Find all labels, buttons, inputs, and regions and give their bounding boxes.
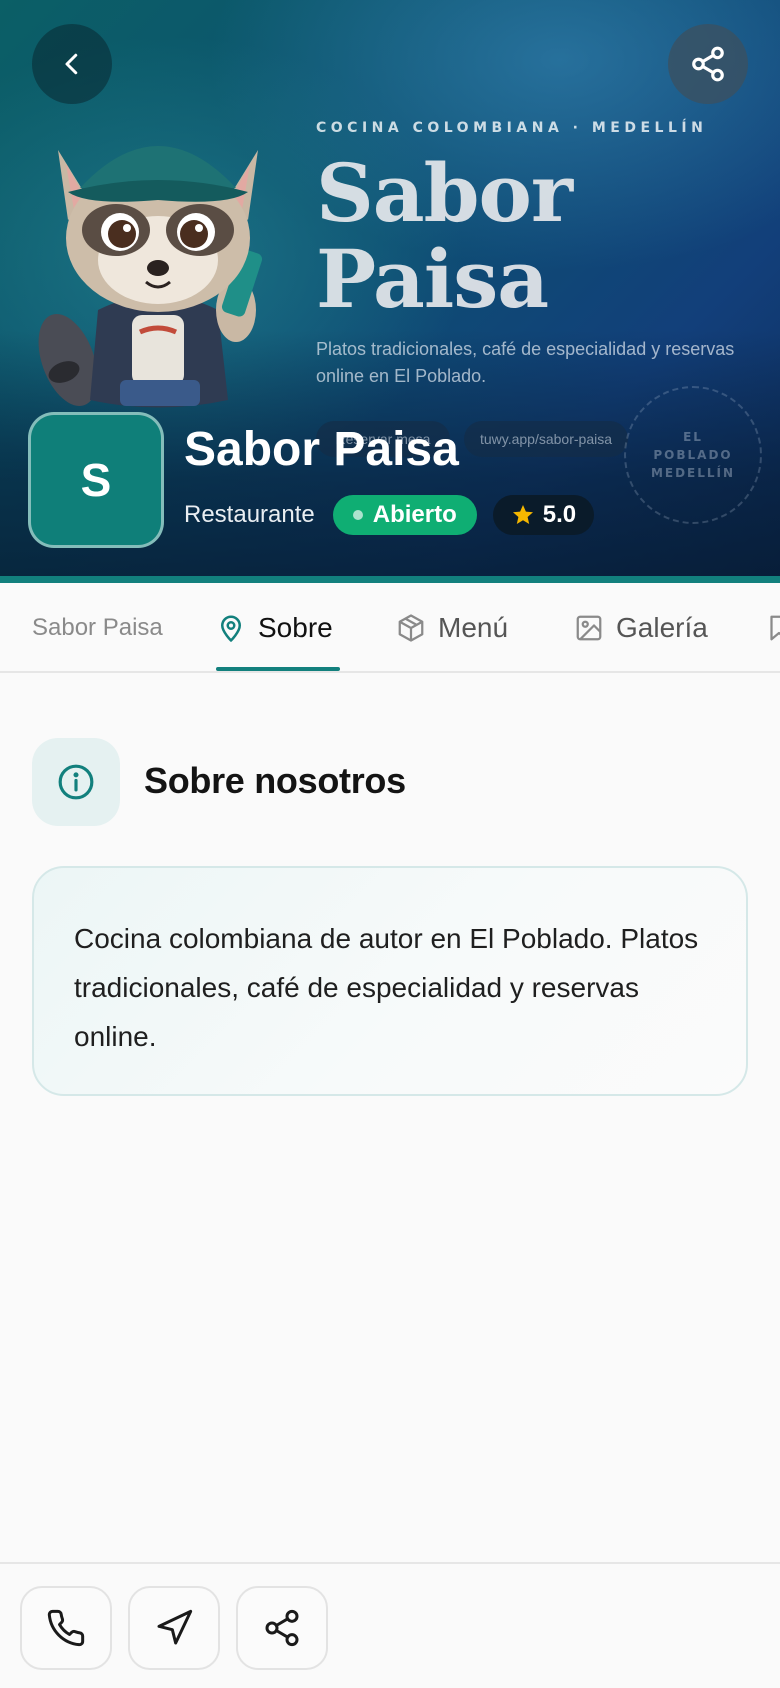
hero-kicker: COCINA COLOMBIANA · MEDELLÍN — [316, 120, 708, 136]
tab-galeria[interactable]: Galería — [574, 583, 708, 671]
map-pin-icon — [221, 615, 241, 642]
phone-icon — [47, 1609, 85, 1647]
tab-bar: Sabor Paisa Sobre Menú Galería — [0, 583, 780, 673]
business-meta: Restaurante Abierto 5.0 — [184, 495, 595, 535]
active-tab-indicator — [216, 667, 340, 671]
location-stamp: EL POBLADO MEDELLÍN — [624, 386, 762, 524]
tab-bookmark[interactable] — [764, 583, 780, 671]
image-icon — [576, 615, 602, 641]
stamp-line1: EL — [683, 430, 703, 444]
status-badge: Abierto — [332, 495, 477, 535]
bookmark-icon — [770, 615, 780, 641]
stamp-line3: MEDELLÍN — [650, 466, 736, 480]
call-button[interactable] — [20, 1586, 112, 1670]
tab-menu[interactable]: Menú — [396, 583, 509, 671]
hero-title-line2: Paisa — [316, 232, 549, 326]
section-icon-box — [32, 738, 120, 826]
tab-home[interactable]: Sabor Paisa — [32, 583, 163, 671]
section-title: Sobre nosotros — [144, 760, 406, 801]
share-icon — [265, 1609, 299, 1647]
about-text: Cocina colombiana de autor en El Poblado… — [74, 923, 699, 1052]
about-card: Cocina colombiana de autor en El Poblado… — [32, 866, 748, 1096]
info-icon — [58, 764, 94, 800]
share-button[interactable] — [668, 24, 748, 104]
chevron-left-icon — [65, 53, 78, 75]
bottom-action-bar — [0, 1562, 780, 1688]
tab-label: Menú — [438, 612, 509, 643]
hero-banner: COCINA COLOMBIANA · MEDELLÍN Sabor Paisa… — [0, 0, 780, 576]
box-icon — [398, 614, 424, 642]
tab-label: Sobre — [258, 612, 333, 643]
business-avatar: S — [28, 412, 164, 548]
star-icon — [512, 505, 533, 524]
tab-label: Galería — [616, 612, 708, 643]
stamp-text: EL POBLADO MEDELLÍN — [638, 428, 748, 482]
hero-ghost-url-pill: tuwy.app/sabor-paisa — [464, 421, 628, 457]
navigation-icon — [157, 1609, 193, 1645]
hero-title-line1: Sabor — [316, 146, 573, 240]
raccoon-mascot-illustration — [38, 146, 263, 408]
tab-sobre[interactable]: Sobre — [216, 583, 333, 671]
status-label: Abierto — [372, 501, 457, 528]
hero-description: Platos tradicionales, café de especialid… — [316, 339, 735, 386]
directions-button[interactable] — [128, 1586, 220, 1670]
back-button[interactable] — [32, 24, 112, 104]
hero-title: Sabor Paisa — [316, 150, 676, 322]
hero-accent-strip — [0, 576, 780, 583]
business-name: Sabor Paisa — [184, 423, 459, 476]
rating-value: 5.0 — [542, 501, 577, 528]
stamp-line2: POBLADO — [653, 448, 733, 462]
share-icon — [692, 46, 724, 82]
rating-badge: 5.0 — [492, 495, 595, 535]
tab-label: Sabor Paisa — [32, 614, 163, 641]
business-category: Restaurante — [184, 501, 315, 528]
share-action-button[interactable] — [236, 1586, 328, 1670]
status-dot-icon — [352, 510, 363, 520]
